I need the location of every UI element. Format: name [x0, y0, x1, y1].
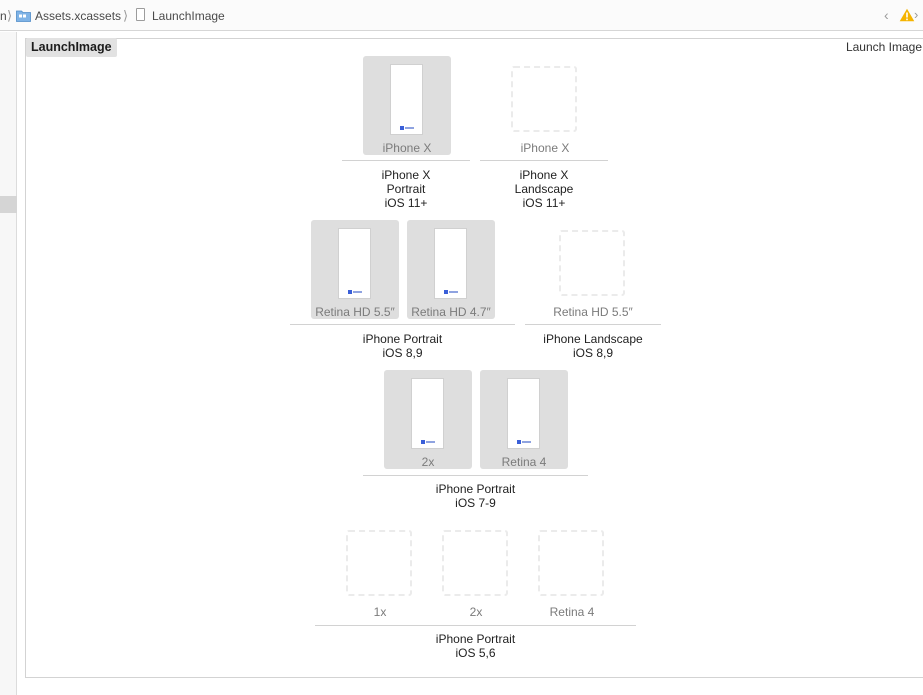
group-divider	[342, 160, 470, 161]
warning-icon[interactable]	[899, 8, 915, 22]
group-label-iphonex-landscape: iPhone X Landscape iOS 11+	[514, 168, 574, 210]
app-logo-icon	[348, 290, 362, 294]
group-divider	[525, 324, 661, 325]
launch-image-thumbnail	[411, 378, 444, 449]
group-label-iphone-portrait-5-6: iPhone Portrait iOS 5,6	[435, 632, 516, 660]
slot-2x-portrait-ios7[interactable]: 2x	[384, 370, 472, 469]
empty-slot-placeholder	[442, 530, 508, 596]
slot-retina-4-portrait-ios7[interactable]: Retina 4	[480, 370, 568, 469]
slot-1x-portrait-ios5[interactable]: 1x	[336, 520, 424, 619]
group-label-iphone-portrait-7-9: iPhone Portrait iOS 7-9	[435, 482, 516, 510]
slot-label: iPhone X	[520, 141, 570, 155]
app-logo-icon	[444, 290, 458, 294]
group-divider	[480, 160, 608, 161]
slot-label: 2x	[469, 605, 483, 619]
empty-slot-placeholder	[346, 530, 412, 596]
slot-iphonex-portrait[interactable]: iPhone X	[363, 56, 451, 155]
launch-image-thumbnail	[434, 228, 467, 299]
slot-retina-4-portrait-ios5[interactable]: Retina 4	[528, 520, 616, 619]
slot-label: Retina HD 5.5″	[315, 305, 395, 319]
empty-slot-placeholder	[511, 66, 577, 132]
chevron-right-icon[interactable]: ›	[914, 7, 918, 22]
jump-bar: n ⟩ Assets.xcassets ⟩ LaunchImage ‹ ›	[0, 0, 923, 31]
group-divider	[315, 625, 636, 626]
slot-label: Retina 4	[501, 455, 547, 469]
slot-2x-portrait-ios5[interactable]: 2x	[432, 520, 520, 619]
image-set-type: Launch Image	[845, 40, 922, 54]
group-label-iphone-landscape-8-9: iPhone Landscape iOS 8,9	[543, 332, 643, 360]
selected-asset-row[interactable]	[0, 196, 17, 213]
image-set-icon	[136, 8, 145, 21]
image-set-name[interactable]: LaunchImage	[26, 38, 117, 57]
slot-retina-hd-5-5-landscape[interactable]: Retina HD 5.5″	[549, 220, 637, 319]
group-label-iphonex-portrait: iPhone X Portrait iOS 11+	[381, 168, 431, 210]
chevron-left-icon[interactable]: ‹	[884, 7, 889, 23]
slot-retina-hd-5-5-portrait[interactable]: Retina HD 5.5″	[311, 220, 399, 319]
app-logo-icon	[421, 440, 435, 444]
breadcrumb-separator-icon: ⟩	[123, 8, 129, 23]
slot-iphonex-landscape[interactable]: iPhone X	[501, 56, 589, 155]
breadcrumb-separator-icon: ⟩	[7, 8, 13, 23]
slot-label: 1x	[373, 605, 387, 619]
slot-label: Retina 4	[549, 605, 595, 619]
group-label-iphone-portrait-8-9: iPhone Portrait iOS 8,9	[362, 332, 443, 360]
group-divider	[363, 475, 588, 476]
app-logo-icon	[400, 126, 414, 130]
slot-label: iPhone X	[382, 141, 432, 155]
slot-label: Retina HD 4.7″	[411, 305, 491, 319]
slot-label: 2x	[421, 455, 435, 469]
slot-label: Retina HD 5.5″	[553, 305, 633, 319]
breadcrumb-launchimage[interactable]: LaunchImage	[152, 9, 225, 23]
slot-retina-hd-4-7-portrait[interactable]: Retina HD 4.7″	[407, 220, 495, 319]
app-logo-icon	[517, 440, 531, 444]
breadcrumb-assets-xcassets[interactable]: Assets.xcassets	[35, 9, 121, 23]
asset-catalog-folder-icon	[16, 10, 31, 22]
launch-image-thumbnail	[507, 378, 540, 449]
group-divider	[290, 324, 515, 325]
empty-slot-placeholder	[559, 230, 625, 296]
asset-list-sidebar	[0, 32, 17, 695]
launch-image-thumbnail	[338, 228, 371, 299]
launch-image-thumbnail	[390, 64, 423, 135]
breadcrumb-truncated[interactable]: n	[0, 9, 7, 23]
empty-slot-placeholder	[538, 530, 604, 596]
